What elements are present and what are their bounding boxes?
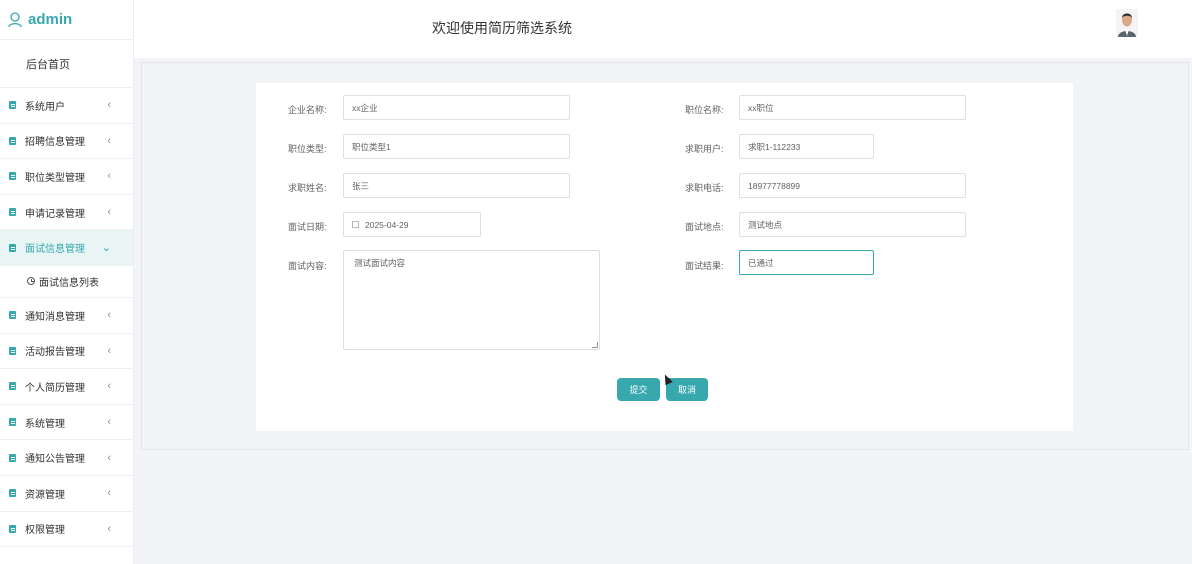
job-seeker-label: 求职用户: xyxy=(685,144,724,154)
chevron-left-icon: ‹ xyxy=(107,522,111,535)
user-photo-icon xyxy=(1116,9,1138,37)
sidebar-item-label: 系统管理 xyxy=(25,418,65,430)
sidebar-item-label: 面试信息管理 xyxy=(25,244,85,256)
chevron-left-icon: ‹ xyxy=(107,206,111,219)
sidebar-item-label: 通知公告管理 xyxy=(25,454,85,466)
chevron-left-icon: ‹ xyxy=(107,451,111,464)
position-type-label: 职位类型: xyxy=(288,144,327,154)
sidebar-item-label: 招聘信息管理 xyxy=(25,137,85,149)
seeker-name-field[interactable]: 张三 xyxy=(343,173,570,198)
company-label: 企业名称: xyxy=(288,105,327,115)
sidebar-item-applications[interactable]: 申请记录管理 ‹ xyxy=(0,195,133,231)
sidebar-item-system-users[interactable]: 系统用户 ‹ xyxy=(0,88,133,124)
interview-date-label: 面试日期: xyxy=(288,222,327,232)
sidebar-item-system[interactable]: 系统管理 ‹ xyxy=(0,405,133,441)
position-field[interactable]: xx职位 xyxy=(739,95,966,120)
sidebar-item-label: 资源管理 xyxy=(25,489,65,501)
document-icon xyxy=(9,101,16,110)
sidebar-item-label: 系统用户 xyxy=(25,101,65,113)
interview-location-field[interactable]: 测试地点 xyxy=(739,212,966,237)
sidebar-item-label: 权限管理 xyxy=(25,525,65,537)
document-icon xyxy=(9,172,16,181)
sidebar-item-label: 申请记录管理 xyxy=(25,208,85,220)
calendar-icon xyxy=(352,221,359,228)
document-icon xyxy=(9,382,16,391)
chevron-left-icon: ‹ xyxy=(107,309,111,322)
company-field[interactable]: xx企业 xyxy=(343,95,570,120)
chevron-left-icon: ‹ xyxy=(107,344,111,357)
chevron-left-icon: ‹ xyxy=(107,380,111,393)
document-icon xyxy=(9,453,16,462)
submit-button[interactable]: 提交 xyxy=(617,378,660,401)
document-icon xyxy=(9,524,16,533)
sidebar-item-announcements[interactable]: 通知公告管理 ‹ xyxy=(0,440,133,476)
chevron-left-icon: ‹ xyxy=(107,99,111,112)
interview-content-label: 面试内容: xyxy=(288,261,327,271)
page-title: 欢迎使用简历筛选系统 xyxy=(432,20,572,36)
top-bar: 欢迎使用简历筛选系统 xyxy=(134,0,1192,58)
chevron-left-icon: ‹ xyxy=(107,170,111,183)
chevron-left-icon: ‹ xyxy=(107,487,111,500)
sidebar-item-recruitment[interactable]: 招聘信息管理 ‹ xyxy=(0,124,133,160)
position-type-field[interactable]: 职位类型1 xyxy=(343,134,570,159)
document-icon xyxy=(9,346,16,355)
seeker-phone-label: 求职电话: xyxy=(685,183,724,193)
sidebar-item-label: 通知消息管理 xyxy=(25,311,85,323)
interview-location-label: 面试地点: xyxy=(685,222,724,232)
document-icon xyxy=(9,136,16,145)
document-icon xyxy=(9,243,16,252)
position-label: 职位名称: xyxy=(685,105,724,115)
interview-date-picker[interactable]: 2025-04-29 xyxy=(343,212,481,237)
sidebar-item-activity-reports[interactable]: 活动报告管理 ‹ xyxy=(0,334,133,370)
sidebar-item-notifications[interactable]: 通知消息管理 ‹ xyxy=(0,298,133,334)
sidebar-item-label: 活动报告管理 xyxy=(25,347,85,359)
interview-date-value: 2025-04-29 xyxy=(365,219,409,230)
sidebar-subitem-label: 面试信息列表 xyxy=(39,277,99,289)
clock-icon xyxy=(27,277,35,286)
sidebar-item-position-types[interactable]: 职位类型管理 ‹ xyxy=(0,159,133,195)
sidebar-item-home[interactable]: 后台首页 xyxy=(0,40,133,88)
document-icon xyxy=(9,418,16,427)
user-icon xyxy=(8,11,22,27)
interview-result-label: 面试结果: xyxy=(685,261,724,271)
resize-handle-icon[interactable] xyxy=(592,342,598,348)
interview-content-textarea[interactable]: 测试面试内容 xyxy=(343,250,600,350)
sidebar: admin 后台首页 系统用户 ‹ 招聘信息管理 ‹ 职位类型管理 ‹ 申请记录… xyxy=(0,0,134,564)
chevron-left-icon: ‹ xyxy=(107,134,111,147)
chevron-down-icon: ⌄ xyxy=(101,242,111,255)
brand: admin xyxy=(0,0,133,40)
sidebar-item-permissions[interactable]: 权限管理 ‹ xyxy=(0,512,133,548)
sidebar-subitem-interview-list[interactable]: 面试信息列表 xyxy=(0,266,133,298)
seeker-phone-field[interactable]: 18977778899 xyxy=(739,173,966,198)
interview-result-field[interactable]: 已通过 xyxy=(739,250,874,275)
chevron-left-icon: ‹ xyxy=(107,416,111,429)
sidebar-item-resources[interactable]: 资源管理 ‹ xyxy=(0,476,133,512)
brand-name: admin xyxy=(28,11,73,28)
sidebar-item-label: 个人简历管理 xyxy=(25,382,85,394)
sidebar-item-interviews[interactable]: 面试信息管理 ⌄ xyxy=(0,230,133,266)
job-seeker-field[interactable]: 求职1-112233 xyxy=(739,134,874,159)
interview-content-value: 测试面试内容 xyxy=(354,258,406,268)
document-icon xyxy=(9,208,16,217)
sidebar-item-resumes[interactable]: 个人简历管理 ‹ xyxy=(0,369,133,405)
sidebar-item-label: 职位类型管理 xyxy=(25,172,85,184)
avatar[interactable] xyxy=(1116,9,1138,37)
seeker-name-label: 求职姓名: xyxy=(288,183,327,193)
document-icon xyxy=(9,311,16,320)
document-icon xyxy=(9,489,16,498)
